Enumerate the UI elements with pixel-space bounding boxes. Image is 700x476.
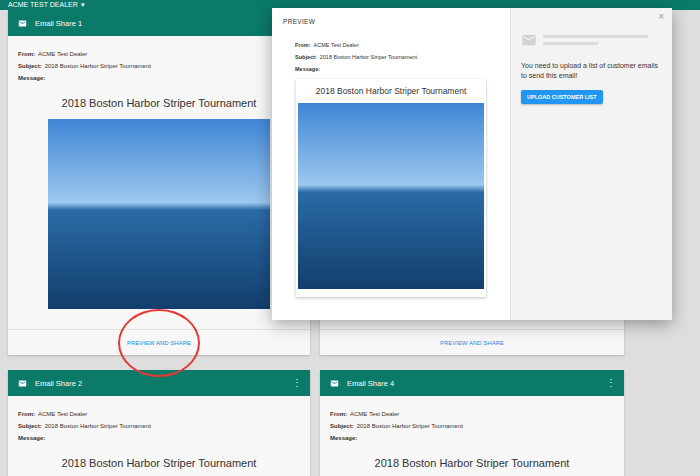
card-header: Email Share 1 bbox=[8, 10, 310, 36]
card-header: Email Share 2 ⋮ bbox=[8, 370, 310, 396]
preview-and-share-button[interactable]: PREVIEW AND SHARE bbox=[320, 329, 624, 355]
email-heading: 2018 Boston Harbor Striper Tournament bbox=[298, 86, 484, 97]
envelope-icon bbox=[521, 32, 537, 48]
email-details: From:ACME Test Dealer Subject:2018 Boston… bbox=[320, 396, 624, 442]
detail-value: ACME Test Dealer bbox=[38, 411, 87, 418]
email-details: From:ACME Test Dealer Subject:2018 Boston… bbox=[283, 26, 499, 73]
close-button[interactable]: × bbox=[656, 12, 666, 22]
detail-line: Message: bbox=[330, 435, 614, 442]
card-title: Email Share 2 bbox=[35, 379, 82, 388]
email-icon bbox=[18, 19, 27, 28]
detail-label: From: bbox=[295, 42, 311, 49]
detail-line: From:ACME Test Dealer bbox=[295, 42, 487, 49]
placeholder-line bbox=[543, 35, 648, 38]
detail-label: Message: bbox=[330, 435, 357, 442]
upload-customer-list-button[interactable]: UPLOAD CUSTOMER LIST bbox=[521, 90, 603, 104]
detail-line: Subject:2018 Boston Harbor Striper Tourn… bbox=[18, 63, 300, 70]
detail-label: Subject: bbox=[295, 54, 317, 61]
upload-notice: You need to upload a list of customer em… bbox=[521, 61, 662, 81]
detail-value: 2018 Boston Harbor Striper Tournament bbox=[320, 54, 417, 61]
detail-value: ACME Test Dealer bbox=[350, 411, 399, 418]
detail-line: Subject:2018 Boston Harbor Striper Tourn… bbox=[18, 423, 300, 430]
email-share-card: Email Share 4 ⋮ From:ACME Test Dealer Subje… bbox=[320, 370, 624, 476]
detail-value: ACME Test Dealer bbox=[38, 51, 87, 58]
detail-value: 2018 Boston Harbor Striper Tournament bbox=[45, 63, 151, 70]
email-preview: 2018 Boston Harbor Striper Tournament bbox=[296, 79, 486, 297]
detail-line: Subject:2018 Boston Harbor Striper Tourn… bbox=[295, 54, 487, 61]
detail-line: From:ACME Test Dealer bbox=[18, 51, 300, 58]
detail-value: 2018 Boston Harbor Striper Tournament bbox=[45, 423, 151, 430]
email-share-card: Email Share 2 ⋮ From:ACME Test Dealer Subje… bbox=[8, 370, 310, 476]
page: ACME TEST DEALER▾Email Share 1From:ACME … bbox=[0, 0, 700, 476]
modal-title: PREVIEW bbox=[283, 18, 499, 26]
detail-line: From:ACME Test Dealer bbox=[18, 411, 300, 418]
card-menu[interactable]: ⋮ bbox=[606, 378, 616, 388]
email-share-card: Email Share 1From:ACME Test DealerSubjec… bbox=[8, 10, 310, 355]
detail-label: From: bbox=[330, 411, 347, 418]
preview-and-share-button[interactable]: PREVIEW AND SHARE bbox=[8, 329, 310, 355]
placeholder-line bbox=[543, 42, 598, 45]
dealer-name: ACME TEST DEALER bbox=[8, 0, 78, 9]
card-menu[interactable]: ⋮ bbox=[292, 378, 302, 388]
detail-label: Message: bbox=[295, 66, 320, 73]
detail-label: Subject: bbox=[18, 63, 42, 70]
preview-modal: PREVIEWFrom:ACME Test DealerSubject:2018… bbox=[272, 8, 672, 320]
detail-label: Subject: bbox=[18, 423, 42, 430]
caret-icon: ▾ bbox=[81, 0, 85, 9]
card-title: Email Share 4 bbox=[347, 379, 394, 388]
highlight-circle bbox=[118, 309, 200, 377]
send-panel: × You need to upload a list of customer e… bbox=[510, 8, 672, 320]
detail-line: Message: bbox=[18, 435, 300, 442]
email-icon bbox=[18, 379, 27, 388]
card-title: Email Share 1 bbox=[35, 19, 82, 28]
detail-line: Message: bbox=[295, 66, 487, 73]
detail-label: Message: bbox=[18, 435, 45, 442]
card-header: Email Share 4 ⋮ bbox=[320, 370, 624, 396]
email-heading: 2018 Boston Harbor Striper Tournament bbox=[8, 457, 310, 470]
detail-value: 2018 Boston Harbor Striper Tournament bbox=[357, 423, 463, 430]
email-icon bbox=[330, 379, 339, 388]
detail-value: ACME Test Dealer bbox=[314, 42, 359, 49]
detail-line: From:ACME Test Dealer bbox=[330, 411, 614, 418]
email-photo bbox=[48, 119, 270, 309]
email-heading: 2018 Boston Harbor Striper Tournament bbox=[320, 457, 624, 470]
detail-line: Subject:2018 Boston Harbor Striper Tourn… bbox=[330, 423, 614, 430]
email-heading: 2018 Boston Harbor Striper Tournament bbox=[8, 97, 310, 110]
detail-line: Message: bbox=[18, 75, 300, 82]
detail-label: From: bbox=[18, 51, 35, 58]
detail-label: Message: bbox=[18, 75, 45, 82]
detail-label: Subject: bbox=[330, 423, 354, 430]
email-details: From:ACME Test DealerSubject:2018 Boston… bbox=[8, 36, 310, 82]
detail-label: From: bbox=[18, 411, 35, 418]
recipients-placeholder bbox=[521, 32, 662, 48]
email-details: From:ACME Test Dealer Subject:2018 Boston… bbox=[8, 396, 310, 442]
email-photo bbox=[298, 103, 484, 289]
preview-panel: PREVIEWFrom:ACME Test DealerSubject:2018… bbox=[272, 8, 510, 320]
